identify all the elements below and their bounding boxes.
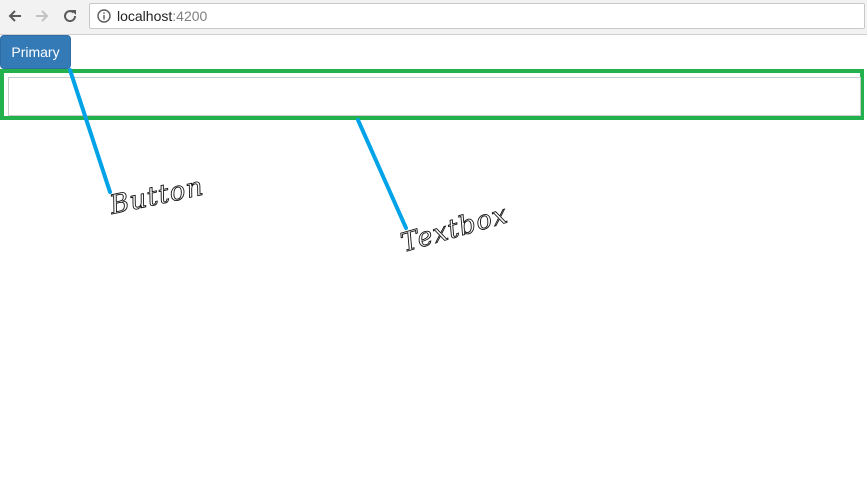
forward-button[interactable] bbox=[31, 5, 53, 27]
text-input[interactable] bbox=[8, 77, 861, 116]
primary-button[interactable]: Primary bbox=[0, 35, 71, 69]
browser-toolbar: localhost:4200 bbox=[0, 0, 867, 35]
reload-button[interactable] bbox=[59, 5, 81, 27]
textbox-pointer-line bbox=[356, 118, 408, 230]
textbox-annotation-label: Textbox bbox=[398, 200, 512, 259]
address-bar[interactable]: localhost:4200 bbox=[89, 3, 865, 29]
arrow-left-icon bbox=[8, 10, 21, 22]
textbox-highlight-box bbox=[0, 69, 864, 120]
button-annotation-label: Button bbox=[106, 172, 206, 221]
url-host: localhost bbox=[117, 8, 173, 24]
reload-icon bbox=[64, 10, 77, 23]
url-port: :4200 bbox=[172, 8, 208, 24]
url-text: localhost:4200 bbox=[117, 8, 207, 25]
info-icon[interactable] bbox=[97, 9, 111, 23]
page: localhost:4200 Primary Button Textbox bbox=[0, 0, 867, 504]
back-button[interactable] bbox=[4, 5, 26, 27]
arrow-right-icon bbox=[36, 10, 49, 22]
